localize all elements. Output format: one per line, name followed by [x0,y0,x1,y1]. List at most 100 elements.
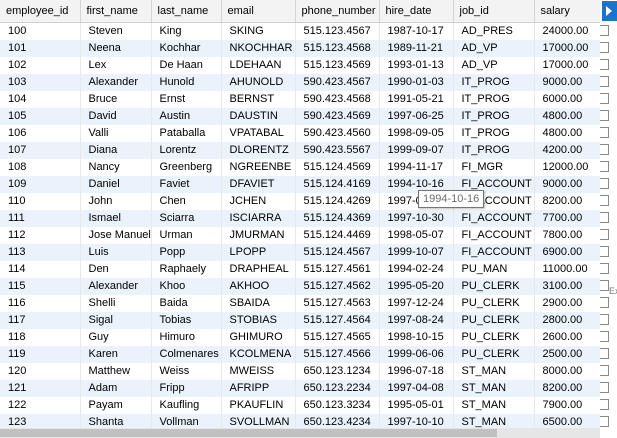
cell-phone-number[interactable]: 590.423.4560 [295,125,380,142]
table-row[interactable]: 101 Neena Kochhar NKOCHHAR 515.123.4568 1989-… [0,40,600,57]
cell-first-name[interactable]: John [80,193,152,210]
cell-phone-number[interactable]: 650.123.1234 [295,363,380,380]
table-row[interactable]: 116 Shelli Baida SBAIDA 515.127.4563 1997-12-… [0,295,600,312]
cell-job-id[interactable]: IT_PROG [453,74,535,91]
cell-job-id[interactable]: AD_VP [453,40,535,57]
cell-job-id[interactable]: AD_VP [453,57,535,74]
cell-hire-date[interactable]: 1995-05-01 [379,397,454,414]
cell-salary[interactable]: 3100.00 [534,278,600,295]
cell-employee-id[interactable]: 100 [0,22,81,40]
cell-phone-number[interactable]: 515.124.4269 [295,193,380,210]
cell-phone-number[interactable]: 650.123.3234 [295,397,380,414]
cell-phone-number[interactable]: 515.127.4565 [295,329,380,346]
cell-first-name[interactable]: Den [80,261,152,278]
cell-email[interactable]: NGREENBE [221,159,296,176]
cell-phone-number[interactable]: 515.123.4569 [295,57,380,74]
cell-email[interactable]: STOBIAS [221,312,296,329]
cell-last-name[interactable]: King [151,22,222,40]
cell-first-name[interactable]: Bruce [80,91,152,108]
cell-job-id[interactable]: PU_MAN [453,261,535,278]
column-header-job-id[interactable]: job_id [453,0,535,23]
cell-salary[interactable]: 9000.00 [534,176,600,193]
column-header-employee-id[interactable]: employee_id [0,0,81,23]
cell-salary[interactable]: 2800.00 [534,312,600,329]
cell-first-name[interactable]: Alexander [80,74,152,91]
cell-phone-number[interactable]: 515.127.4562 [295,278,380,295]
table-row[interactable]: 109 Daniel Faviet DFAVIET 515.124.4169 1994-1… [0,176,600,193]
cell-hire-date[interactable]: 1999-06-06 [379,346,454,363]
cell-last-name[interactable]: Fripp [151,380,222,397]
cell-employee-id[interactable]: 114 [0,261,81,278]
cell-hire-date[interactable]: 1996-07-18 [379,363,454,380]
cell-last-name[interactable]: Himuro [151,329,222,346]
cell-employee-id[interactable]: 113 [0,244,81,261]
cell-job-id[interactable]: IT_PROG [453,108,535,125]
cell-job-id[interactable]: FI_ACCOUNT [453,244,535,261]
table-row[interactable]: 111 Ismael Sciarra ISCIARRA 515.124.4369 1997… [0,210,600,227]
cell-last-name[interactable]: Tobias [151,312,222,329]
horizontal-scrollbar[interactable] [0,428,600,438]
cell-email[interactable]: MWEISS [221,363,296,380]
cell-job-id[interactable]: PU_CLERK [453,312,535,329]
cell-first-name[interactable]: Adam [80,380,152,397]
cell-email[interactable]: SVOLLMAN [221,414,296,428]
cell-salary[interactable]: 4800.00 [534,108,600,125]
cell-employee-id[interactable]: 116 [0,295,81,312]
cell-last-name[interactable]: Chen [151,193,222,210]
cell-hire-date[interactable]: 1987-10-17 [379,22,454,40]
cell-first-name[interactable]: Guy [80,329,152,346]
cell-employee-id[interactable]: 102 [0,57,81,74]
cell-last-name[interactable]: Lorentz [151,142,222,159]
cell-email[interactable]: DAUSTIN [221,108,296,125]
cell-hire-date[interactable]: 1995-05-20 [379,278,454,295]
table-row[interactable]: 118 Guy Himuro GHIMURO 515.127.4565 1998-10-1… [0,329,600,346]
cell-hire-date[interactable]: 1999-10-07 [379,244,454,261]
cell-salary[interactable]: 4200.00 [534,142,600,159]
cell-first-name[interactable]: Karen [80,346,152,363]
cell-email[interactable]: VPATABAL [221,125,296,142]
collapse-panel-button[interactable] [602,1,617,21]
cell-phone-number[interactable]: 650.123.4234 [295,414,380,428]
table-row[interactable]: 114 Den Raphaely DRAPHEAL 515.127.4561 1994-0… [0,261,600,278]
cell-phone-number[interactable]: 590.423.4568 [295,91,380,108]
cell-email[interactable]: GHIMURO [221,329,296,346]
cell-first-name[interactable]: Ismael [80,210,152,227]
cell-salary[interactable]: 11000.00 [534,261,600,278]
cell-phone-number[interactable]: 515.124.4169 [295,176,380,193]
cell-email[interactable]: BERNST [221,91,296,108]
cell-hire-date[interactable]: 1997-08-24 [379,312,454,329]
cell-email[interactable]: LPOPP [221,244,296,261]
cell-email[interactable]: DRAPHEAL [221,261,296,278]
cell-hire-date[interactable]: 1998-09-05 [379,125,454,142]
cell-phone-number[interactable]: 590.423.4567 [295,74,380,91]
cell-hire-date[interactable]: 1997-12-24 [379,295,454,312]
cell-salary[interactable]: 6900.00 [534,244,600,261]
cell-phone-number[interactable]: 590.423.5567 [295,142,380,159]
cell-email[interactable]: AHUNOLD [221,74,296,91]
cell-email[interactable]: KCOLMENA [221,346,296,363]
table-row[interactable]: 104 Bruce Ernst BERNST 590.423.4568 1991-05-2… [0,91,600,108]
cell-phone-number[interactable]: 515.127.4563 [295,295,380,312]
cell-job-id[interactable]: FI_ACCOUNT [453,210,535,227]
cell-last-name[interactable]: Khoo [151,278,222,295]
cell-employee-id[interactable]: 115 [0,278,81,295]
cell-last-name[interactable]: Sciarra [151,210,222,227]
cell-salary[interactable]: 12000.00 [534,159,600,176]
cell-last-name[interactable]: Colmenares [151,346,222,363]
cell-employee-id[interactable]: 111 [0,210,81,227]
cell-salary[interactable]: 2600.00 [534,329,600,346]
cell-hire-date[interactable]: 1989-11-21 [379,40,454,57]
cell-employee-id[interactable]: 120 [0,363,81,380]
cell-last-name[interactable]: Kochhar [151,40,222,57]
cell-phone-number[interactable]: 590.423.4569 [295,108,380,125]
cell-salary[interactable]: 2900.00 [534,295,600,312]
table-row[interactable]: 122 Payam Kaufling PKAUFLIN 650.123.3234 1995… [0,397,600,414]
cell-employee-id[interactable]: 106 [0,125,81,142]
cell-salary[interactable]: 17000.00 [534,40,600,57]
cell-employee-id[interactable]: 104 [0,91,81,108]
cell-salary[interactable]: 6000.00 [534,91,600,108]
cell-first-name[interactable]: Jose Manuel [80,227,152,244]
cell-job-id[interactable]: PU_CLERK [453,346,535,363]
cell-hire-date[interactable]: 1998-05-07 [379,227,454,244]
cell-phone-number[interactable]: 515.127.4566 [295,346,380,363]
